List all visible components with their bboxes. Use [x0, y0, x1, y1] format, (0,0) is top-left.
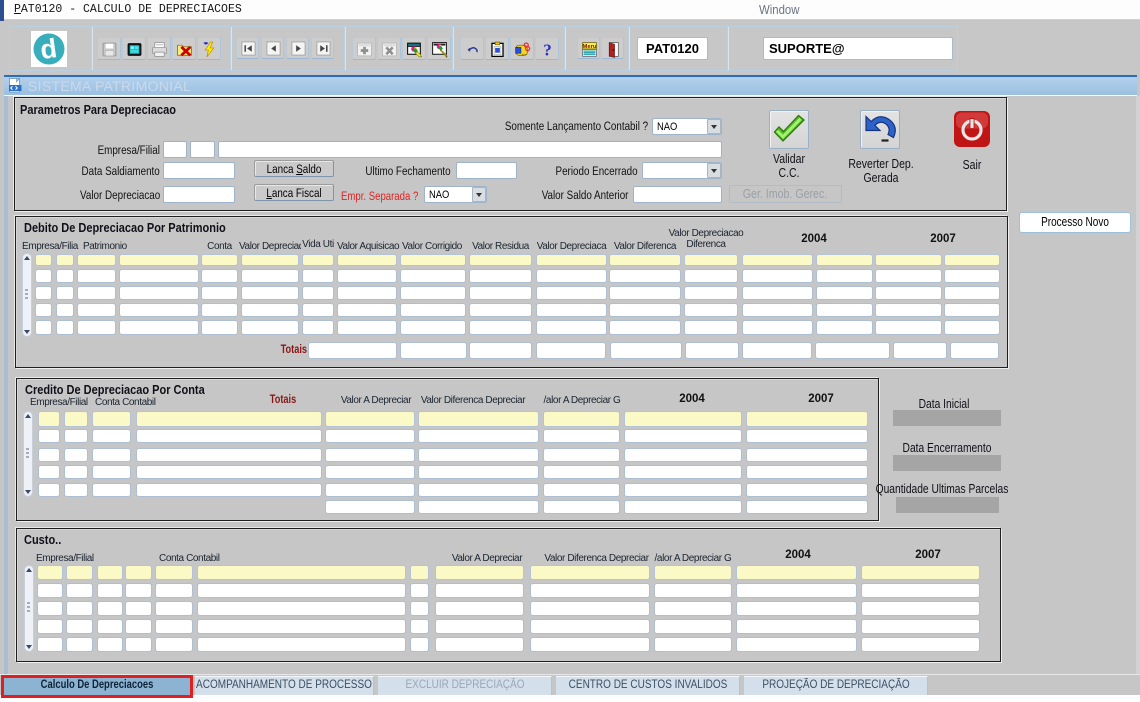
svg-text:?: ?: [543, 41, 552, 58]
svg-text:Meru: Meru: [583, 44, 597, 50]
